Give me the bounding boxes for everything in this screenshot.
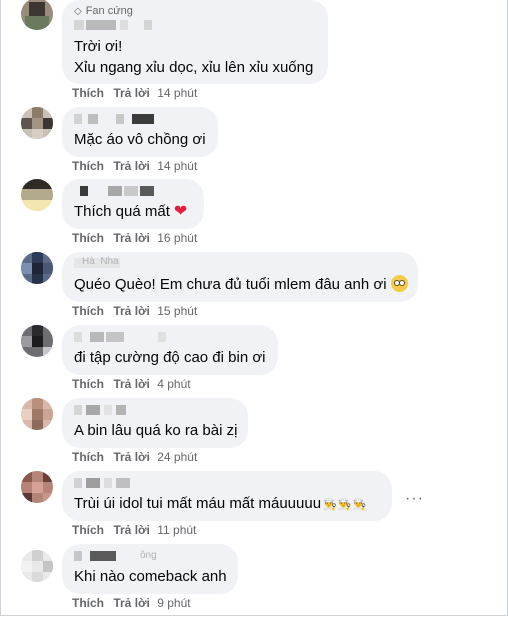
avatar[interactable]: [21, 107, 53, 139]
comment-text-line: A bin lâu quá ko ra bài zị: [74, 422, 238, 439]
reply-link[interactable]: Trả lời: [113, 523, 150, 537]
timestamp[interactable]: 9 phút: [157, 596, 190, 610]
comment-bubble: ◇ Fan cứng Trời ơi! Xỉu ngang xỉu dọc, x…: [62, 0, 328, 84]
like-link[interactable]: Thích: [72, 377, 104, 391]
reply-link[interactable]: Trả lời: [113, 86, 150, 100]
comment-bubble: Mặc áo vô chồng ơi: [62, 107, 218, 157]
cook-emoji-icon: 👨‍🍳👨‍🍳👨‍🍳: [323, 499, 368, 511]
reply-link[interactable]: Trả lời: [113, 450, 150, 464]
reply-link[interactable]: Trả lời: [113, 231, 150, 245]
comment-text-line: Xỉu ngang xỉu dọc, xỉu lên xỉu xuống: [74, 59, 314, 76]
comment-actions: Thích Trả lời 4 phút: [72, 377, 191, 391]
avatar[interactable]: [21, 325, 53, 357]
more-options-icon[interactable]: ···: [405, 490, 424, 508]
timestamp[interactable]: 24 phút: [157, 450, 197, 464]
like-link[interactable]: Thích: [72, 596, 104, 610]
reply-link[interactable]: Trả lời: [113, 159, 150, 173]
avatar[interactable]: [21, 398, 53, 430]
comment-actions: Thích Trả lời 16 phút: [72, 231, 197, 245]
comment-bubble: Thích quá mất ❤: [62, 179, 204, 229]
comment-text-line: Trời ơi!: [74, 38, 123, 55]
comment-bubble: đi tập cường độ cao đi bin ơi: [62, 325, 278, 375]
comment-actions: Thích Trả lời 9 phút: [72, 596, 191, 610]
rolling-eyes-emoji-icon: [390, 275, 408, 292]
fan-badge: ◇ Fan cứng: [74, 5, 133, 17]
comment-actions: Thích Trả lời 15 phút: [72, 304, 197, 318]
comment-text-line: Khi nào comeback anh: [74, 568, 227, 585]
reply-link[interactable]: Trả lời: [113, 304, 150, 318]
comment-bubble: ông Khi nào comeback anh: [62, 544, 238, 594]
comment-bubble: Trùi úi idol tui mất máu mất máuuuuu 👨‍🍳👨…: [62, 471, 392, 521]
avatar[interactable]: [21, 550, 53, 582]
reply-link[interactable]: Trả lời: [113, 596, 150, 610]
timestamp[interactable]: 16 phút: [157, 231, 197, 245]
comment-actions: Thích Trả lời 24 phút: [72, 450, 197, 464]
like-link[interactable]: Thích: [72, 86, 104, 100]
comment-bubble: A bin lâu quá ko ra bài zị: [62, 398, 248, 448]
timestamp[interactable]: 4 phút: [157, 377, 190, 391]
comment-text-line: Mặc áo vô chồng ơi: [74, 131, 206, 148]
comment-actions: Thích Trả lời 11 phút: [72, 523, 196, 537]
like-link[interactable]: Thích: [72, 159, 104, 173]
comment-text-line: Thích quá mất ❤: [74, 203, 188, 220]
like-link[interactable]: Thích: [72, 450, 104, 464]
like-link[interactable]: Thích: [72, 231, 104, 245]
timestamp[interactable]: 14 phút: [157, 159, 197, 173]
comment-actions: Thích Trả lời 14 phút: [72, 86, 197, 100]
avatar[interactable]: [21, 179, 53, 211]
comment-bubble: Hà Nha Quéo Quèo! Em chưa đủ tuổi mlem đ…: [62, 252, 418, 302]
comment-text-line: Quéo Quèo! Em chưa đủ tuổi mlem đâu anh …: [74, 274, 408, 295]
comment-text-line: Trùi úi idol tui mất máu mất máuuuuu 👨‍🍳👨…: [74, 493, 367, 516]
avatar[interactable]: [21, 471, 53, 503]
like-link[interactable]: Thích: [72, 304, 104, 318]
comment-text-line: đi tập cường độ cao đi bin ơi: [74, 349, 266, 366]
heart-emoji-icon: ❤: [173, 203, 188, 220]
timestamp[interactable]: 15 phút: [157, 304, 197, 318]
avatar[interactable]: [21, 0, 53, 30]
timestamp[interactable]: 14 phút: [157, 86, 197, 100]
timestamp[interactable]: 11 phút: [157, 523, 196, 537]
reply-link[interactable]: Trả lời: [113, 377, 150, 391]
like-link[interactable]: Thích: [72, 523, 104, 537]
diamond-icon: ◇: [74, 5, 82, 17]
comment-actions: Thích Trả lời 14 phút: [72, 159, 197, 173]
avatar[interactable]: [21, 252, 53, 284]
